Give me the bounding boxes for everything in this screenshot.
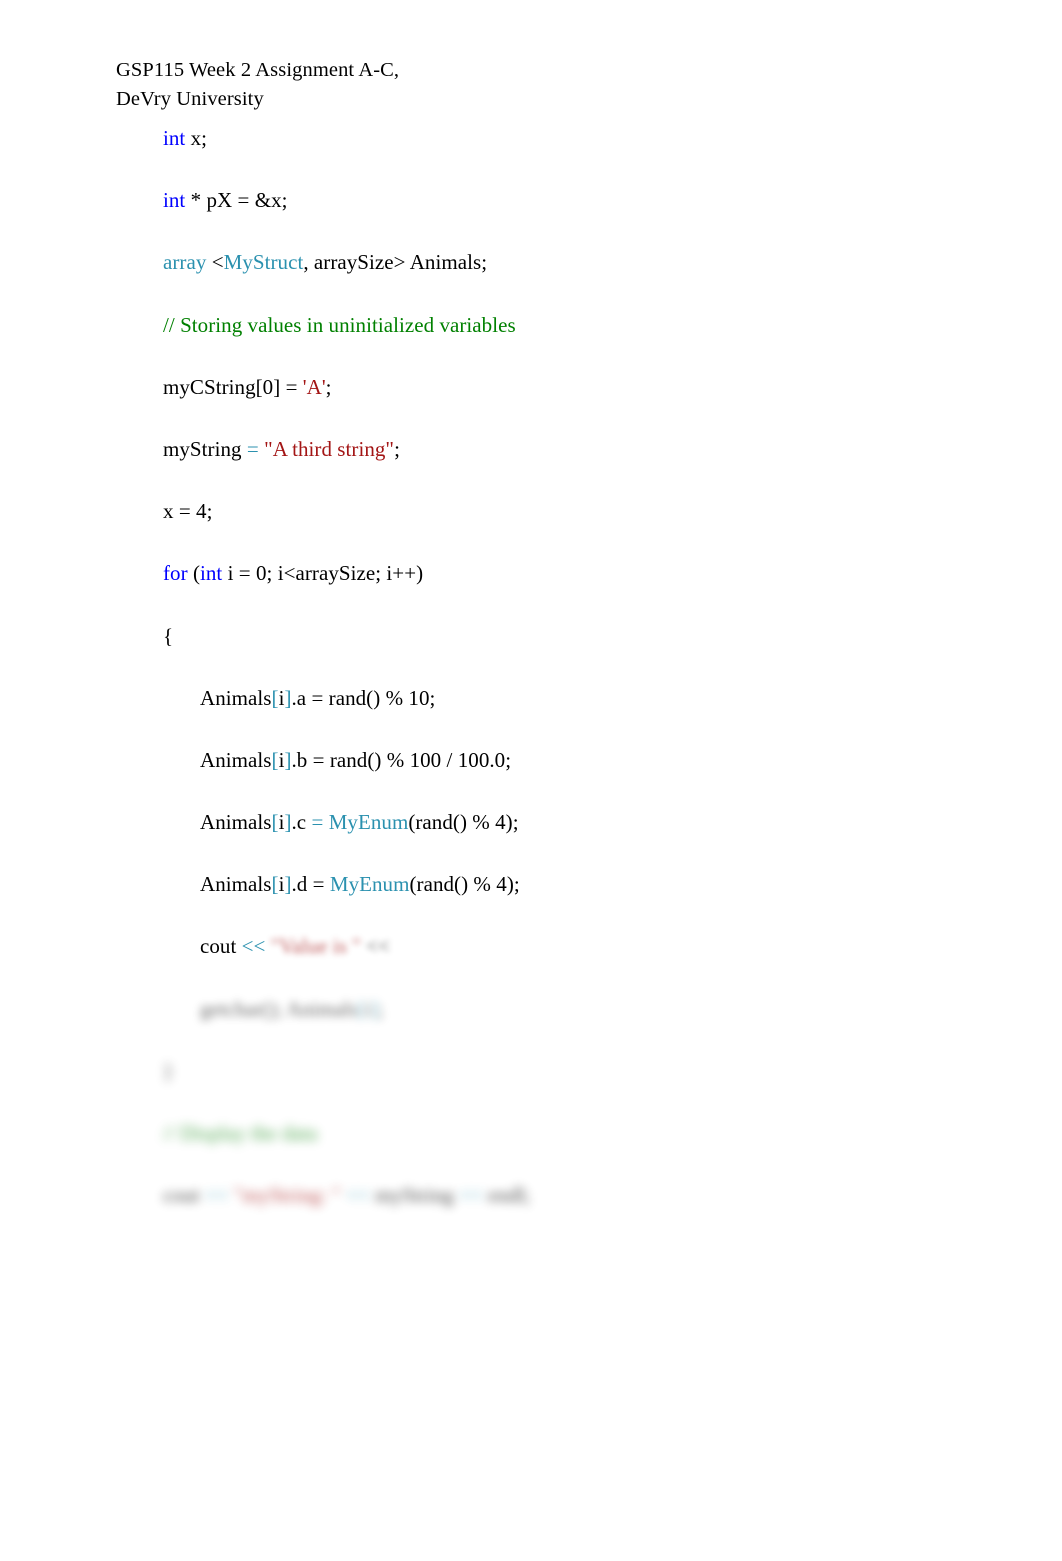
code-line-open-brace: { [163, 623, 1003, 688]
code-text: i = 0; i<arraySize; i++) [222, 561, 424, 586]
operator-stream-insert: << [346, 1183, 370, 1208]
bracket-close: ] [284, 810, 292, 835]
code-text: cout [163, 1183, 205, 1208]
code-text: Animals [200, 810, 272, 835]
code-line-int-x: int x; [163, 128, 1003, 190]
code-text: .a = rand() % 10; [291, 685, 436, 710]
code-text: Animals [200, 685, 272, 710]
code-line-pointer-declaration: int * pX = &x; [163, 190, 1003, 252]
code-text: .d = [291, 872, 330, 897]
code-line-getchar-animals: getchar(); Animals[i]; [163, 996, 1003, 1061]
string-literal-value-is: "Value is " [270, 934, 361, 959]
code-line-cout-mystring: cout << "myString: " << myString << endl… [163, 1185, 1003, 1247]
operator-equals: = [246, 436, 259, 461]
type-mystruct: MyStruct [223, 250, 304, 275]
operator-stream-insert: << [241, 934, 266, 959]
document-header: GSP115 Week 2 Assignment A-C, DeVry Univ… [116, 56, 399, 114]
bracket-open: [ [357, 996, 365, 1021]
code-line-array-declaration: array <MyStruct, arraySize> Animals; [163, 252, 1003, 314]
code-text: .b = rand() % 100 / 100.0; [291, 747, 512, 772]
code-text: < [206, 250, 224, 275]
type-myenum: MyEnum [329, 872, 410, 897]
code-text: << [360, 934, 390, 959]
code-line-mystring-assign: myString = "A third string"; [163, 436, 1003, 501]
keyword-for: for [163, 561, 188, 586]
code-line-animals-c: Animals[i].c = MyEnum(rand() % 4); [163, 812, 1003, 874]
code-text: myString [163, 436, 247, 461]
string-literal-third-string: "A third string" [264, 436, 395, 461]
code-text: getchar(); Animals [200, 996, 358, 1021]
code-line-mycstring-assign: myCString[0] = 'A'; [163, 374, 1003, 439]
code-line-animals-a: Animals[i].a = rand() % 10; [163, 685, 1003, 750]
code-text: myCString[0] = [163, 374, 303, 399]
document-page: GSP115 Week 2 Assignment A-C, DeVry Univ… [0, 0, 1062, 1561]
code-text: { [163, 623, 174, 648]
bracket-open: [ [271, 810, 279, 835]
code-text: ; [377, 996, 384, 1021]
bracket-close: ] [284, 872, 292, 897]
header-line-university: DeVry University [116, 88, 264, 110]
string-literal-mystring-label: "myString: " [233, 1183, 341, 1208]
comment-text: // Display the data [163, 1121, 318, 1145]
code-text: cout [200, 934, 242, 959]
keyword-int: int [199, 561, 223, 586]
code-line-close-brace: } [163, 1058, 1003, 1123]
header-line-course: GSP115 Week 2 Assignment A-C, [116, 59, 400, 81]
keyword-int: int [163, 188, 186, 213]
code-text: Animals [200, 747, 272, 772]
code-text: (rand() % 4); [409, 872, 520, 897]
type-array: array [163, 250, 207, 275]
operator-stream-insert: << [459, 1183, 483, 1208]
code-text: } [163, 1058, 174, 1083]
bracket-close: ] [370, 996, 378, 1021]
code-text: .c [291, 810, 312, 835]
keyword-int: int [163, 126, 186, 150]
comment-text: // Storing values in uninitialized varia… [163, 312, 516, 337]
code-text: (rand() % 4); [408, 810, 519, 835]
bracket-open: [ [271, 685, 279, 710]
code-line-animals-d: Animals[i].d = MyEnum(rand() % 4); [163, 874, 1003, 936]
bracket-open: [ [271, 747, 279, 772]
bracket-close: ] [284, 685, 292, 710]
bracket-close: ] [284, 747, 292, 772]
code-text: ; [325, 374, 332, 399]
code-text: * pX = &x; [185, 188, 288, 213]
code-text: ( [187, 561, 200, 586]
string-literal-a: 'A' [302, 374, 326, 399]
code-line-animals-b: Animals[i].b = rand() % 100 / 100.0; [163, 747, 1003, 812]
code-text: endl; [482, 1183, 531, 1208]
code-text: Animals [200, 872, 272, 897]
code-text: ; [394, 436, 400, 461]
type-myenum: MyEnum [328, 810, 409, 835]
code-text: , arraySize> Animals; [303, 250, 488, 275]
bracket-open: [ [271, 872, 279, 897]
code-line-cout-value: cout << "Value is " << [163, 936, 1003, 998]
operator-equals: = [311, 810, 324, 835]
code-listing: int x; int * pX = &x; array <MyStruct, a… [163, 128, 1003, 1247]
code-text: myString [369, 1183, 460, 1208]
code-text: x; [185, 126, 208, 150]
code-line-comment-display-data: // Display the data [163, 1123, 1003, 1185]
code-line-comment-storing-values: // Storing values in uninitialized varia… [163, 312, 1003, 377]
code-line-for-loop: for (int i = 0; i<arraySize; i++) [163, 563, 1003, 625]
operator-stream-insert: << [204, 1183, 229, 1208]
code-line-x-assign: x = 4; [163, 501, 1003, 563]
code-text: x = 4; [163, 499, 213, 524]
